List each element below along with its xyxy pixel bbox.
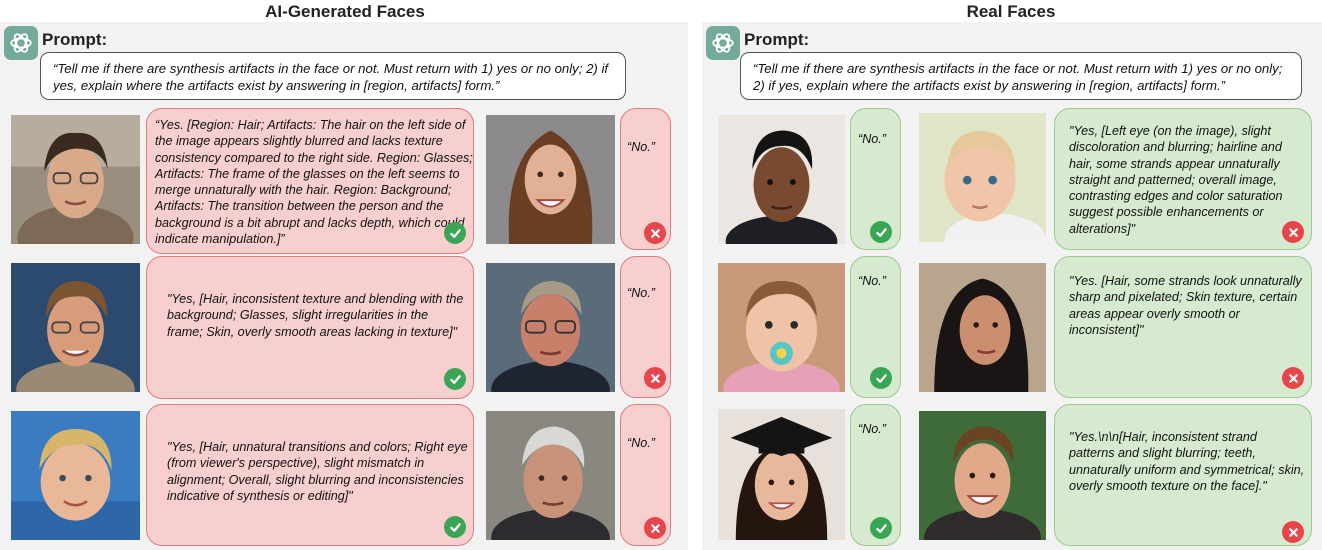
response-text: “No.” [627, 140, 655, 154]
check-icon [444, 368, 466, 390]
check-icon [870, 367, 892, 389]
real-face-smiling-man [919, 411, 1046, 540]
ai-face-blond-child [11, 411, 140, 540]
response-text: "Yes, [Left eye (on the image), slight d… [1069, 124, 1283, 236]
response-text: "Yes. [Hair, some strands look unnatural… [1069, 274, 1302, 337]
chatgpt-logo-icon [706, 26, 740, 60]
chatgpt-logo-icon [4, 26, 38, 60]
response-bubble: "Yes. [Hair, some strands look unnatural… [1054, 256, 1312, 398]
response-bubble: “No.” [620, 404, 671, 546]
x-icon [644, 367, 666, 389]
ai-face-smiling-woman [486, 115, 615, 244]
prompt-box: “Tell me if there are synthesis artifact… [740, 52, 1302, 100]
response-text: “No.” [627, 286, 655, 300]
response-text: “No.” [858, 132, 886, 146]
response-bubble: “No.” [850, 256, 901, 398]
response-bubble: "Yes, [Hair, unnatural transitions and c… [146, 404, 474, 546]
real-face-baby [919, 113, 1046, 242]
real-face-graduate-woman [718, 409, 845, 540]
x-icon [644, 517, 666, 539]
response-bubble: “No.” [620, 256, 671, 398]
prompt-label: Prompt: [42, 30, 108, 49]
response-text: “No.” [858, 274, 886, 288]
ai-face-smiling-man-glasses [11, 263, 140, 392]
response-text: “No.” [627, 436, 655, 450]
response-bubble: "Yes.\n\n[Hair, inconsistent strand patt… [1054, 404, 1312, 546]
x-icon [1282, 521, 1304, 543]
real-face-woman [919, 263, 1046, 392]
x-icon [1282, 367, 1304, 389]
check-icon [444, 516, 466, 538]
response-bubble: “No.” [620, 108, 671, 250]
real-face-baby-pacifier [718, 263, 845, 392]
right-panel-title: Real Faces [966, 2, 1056, 21]
response-text: "Yes, [Hair, inconsistent texture and bl… [167, 292, 464, 339]
x-icon [1282, 221, 1304, 243]
response-bubble: “Yes. [Region: Hair; Artifacts: The hair… [146, 108, 474, 254]
ai-generated-panel: Prompt: “Tell me if there are synthesis … [0, 22, 688, 550]
prompt-box: “Tell me if there are synthesis artifact… [40, 52, 626, 100]
real-face-man [718, 115, 845, 244]
check-icon [444, 222, 466, 244]
ai-face-man-glasses [11, 115, 140, 244]
check-icon [870, 517, 892, 539]
check-icon [870, 221, 892, 243]
response-bubble: “No.” [850, 108, 901, 250]
response-bubble: “No.” [850, 404, 901, 546]
prompt-label: Prompt: [744, 30, 810, 49]
ai-face-older-man-glasses [486, 263, 615, 392]
response-text: “No.” [858, 422, 886, 436]
response-bubble: "Yes, [Hair, inconsistent texture and bl… [146, 256, 474, 399]
response-text: "Yes, [Hair, unnatural transitions and c… [167, 440, 468, 503]
ai-face-grey-haired-man [486, 411, 615, 540]
x-icon [644, 222, 666, 244]
left-panel-title: AI-Generated Faces [265, 2, 425, 21]
response-text: "Yes.\n\n[Hair, inconsistent strand patt… [1069, 430, 1305, 493]
response-bubble: "Yes, [Left eye (on the image), slight d… [1054, 108, 1312, 250]
response-text: “Yes. [Region: Hair; Artifacts: The hair… [155, 118, 473, 247]
real-faces-panel: Prompt: “Tell me if there are synthesis … [702, 22, 1322, 550]
